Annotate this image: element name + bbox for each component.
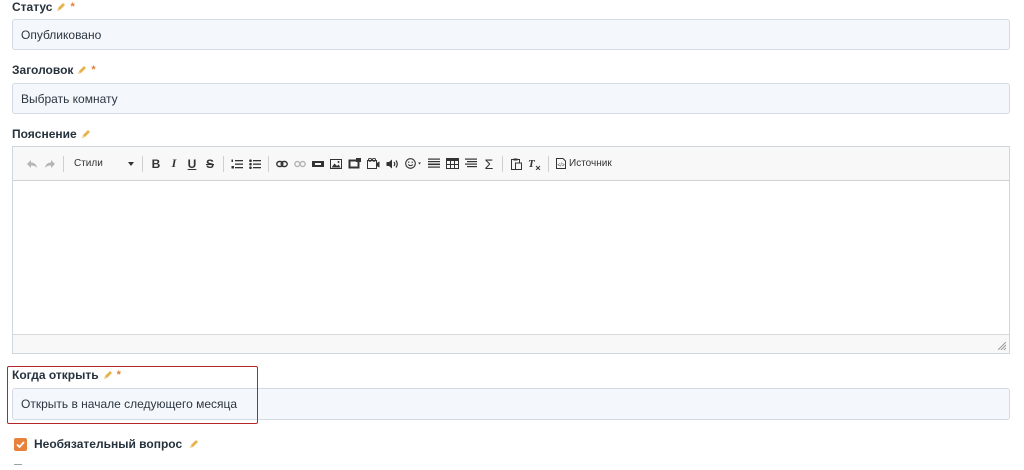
required-mark: *	[116, 369, 121, 381]
unlink-icon[interactable]	[291, 154, 309, 174]
pencil-icon[interactable]	[77, 65, 87, 75]
required-mark: *	[70, 1, 75, 13]
horizontal-line-icon[interactable]	[425, 154, 443, 174]
pencil-icon[interactable]	[189, 439, 199, 449]
title-label-text: Заголовок	[12, 63, 74, 77]
when-open-label: Когда открыть *	[12, 368, 121, 382]
toolbar-separator	[142, 155, 143, 172]
emoji-icon[interactable]	[402, 154, 425, 174]
when-open-label-text: Когда открыть	[12, 368, 99, 382]
clear-format-icon[interactable]: T	[525, 154, 544, 174]
image-icon[interactable]	[327, 154, 345, 174]
status-label-text: Статус	[12, 0, 53, 14]
pencil-icon[interactable]	[81, 129, 91, 139]
question-edit-form: Статус * Опубликовано Заголовок * Выбрат…	[0, 0, 1024, 470]
editor-footer	[13, 334, 1009, 353]
title-value: Выбрать комнату	[21, 91, 118, 106]
pencil-icon[interactable]	[56, 2, 66, 12]
numbered-list-icon[interactable]	[228, 154, 246, 174]
anchor-icon[interactable]	[309, 154, 327, 174]
optional-question-row: Необязательный вопрос	[14, 436, 199, 452]
bold-icon[interactable]: B	[147, 154, 165, 174]
image-upload-icon[interactable]	[345, 154, 364, 174]
status-label: Статус *	[12, 0, 75, 14]
video-icon[interactable]	[364, 154, 383, 174]
status-value: Опубликовано	[21, 27, 102, 42]
redo-icon[interactable]	[41, 154, 59, 174]
editor-content-area[interactable]	[13, 181, 1009, 334]
when-open-field[interactable]: Открыть в начале следующего месяца	[12, 388, 1010, 420]
status-field[interactable]: Опубликовано	[12, 19, 1010, 50]
svg-text:T: T	[528, 158, 536, 170]
title-label: Заголовок *	[12, 63, 96, 77]
optional-question-checkbox[interactable]	[14, 437, 27, 451]
source-button[interactable]: </> Источник	[553, 154, 615, 174]
styles-label: Стили	[74, 158, 103, 169]
source-icon: </>	[556, 158, 566, 169]
link-icon[interactable]	[273, 154, 291, 174]
strikethrough-icon[interactable]: S	[201, 154, 219, 174]
audio-icon[interactable]	[383, 154, 402, 174]
toolbar-separator	[548, 155, 549, 172]
styles-dropdown[interactable]: Стили	[68, 154, 138, 174]
formula-icon[interactable]: Σ	[480, 154, 498, 174]
toolbar-separator	[223, 155, 224, 172]
chevron-down-icon	[128, 161, 134, 166]
table-icon[interactable]	[443, 154, 462, 174]
toolbar-separator	[268, 155, 269, 172]
rich-text-editor: Стили B I U S Σ T </> Источник	[12, 146, 1010, 354]
paste-icon[interactable]	[507, 154, 525, 174]
required-mark: *	[91, 64, 96, 76]
next-field-stub	[14, 464, 22, 470]
checkmark-icon	[16, 440, 25, 448]
when-open-value: Открыть в начале следующего месяца	[21, 397, 238, 411]
toolbar-separator	[63, 155, 64, 172]
editor-toolbar: Стили B I U S Σ T </> Источник	[13, 147, 1009, 181]
toolbar-separator	[502, 155, 503, 172]
explanation-label-text: Пояснение	[12, 127, 77, 141]
title-field[interactable]: Выбрать комнату	[12, 83, 1010, 114]
undo-icon[interactable]	[23, 154, 41, 174]
italic-icon[interactable]: I	[165, 154, 183, 174]
explanation-label: Пояснение	[12, 127, 91, 141]
underline-icon[interactable]: U	[183, 154, 201, 174]
align-icon[interactable]	[462, 154, 480, 174]
bulleted-list-icon[interactable]	[246, 154, 264, 174]
pencil-icon[interactable]	[103, 370, 113, 380]
svg-text:</>: </>	[558, 163, 565, 169]
optional-question-label: Необязательный вопрос	[34, 437, 183, 451]
source-label: Источник	[569, 158, 612, 169]
resize-handle-icon[interactable]	[998, 342, 1006, 350]
